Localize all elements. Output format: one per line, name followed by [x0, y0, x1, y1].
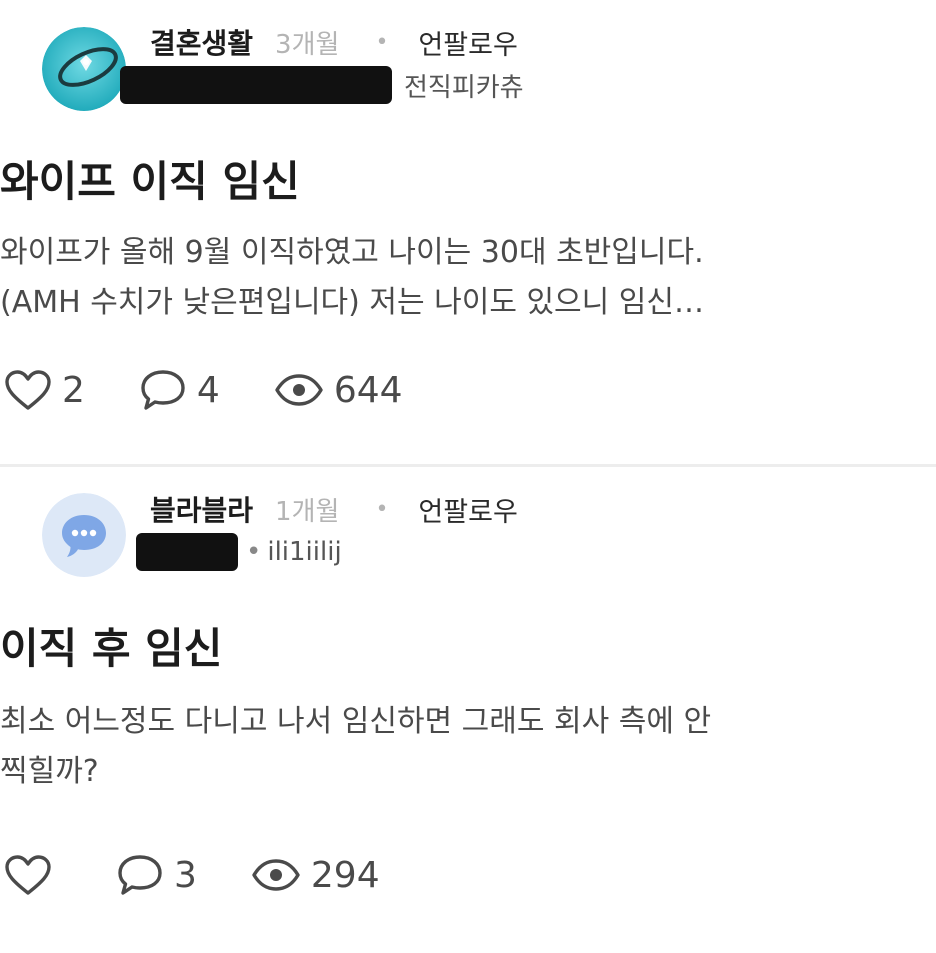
post-time: 1개월 [275, 496, 340, 527]
comment-count: 4 [196, 369, 220, 411]
unfollow-button[interactable]: 언팔로우 [418, 23, 517, 62]
excerpt-line: 와이프가 올해 9월 이직하였고 나이는 30대 초반입니다. [0, 235, 704, 270]
redacted-nickname [136, 533, 238, 571]
post-header: 결혼생활 3개월 • 언팔로우 전직피카츄 [42, 0, 890, 122]
meta-line: 결혼생활 3개월 • 언팔로우 [150, 22, 518, 62]
excerpt-line: 찍힐까? [0, 754, 99, 789]
like-button[interactable]: 2 [4, 369, 85, 411]
excerpt-line: (AMH 수치가 낮은편입니다) 저는 나이도 있으니 임신… [0, 285, 704, 320]
chat-bubble-icon [42, 493, 126, 577]
channel-name[interactable]: 결혼생활 [150, 22, 253, 62]
heart-icon [5, 370, 51, 410]
post-title[interactable]: 와이프 이직 임신 [0, 148, 300, 209]
author-company: ili1iilij [267, 537, 342, 567]
redacted-nickname [120, 66, 392, 104]
ring-icon [42, 27, 126, 111]
post-actions: 3 294 [4, 853, 434, 897]
author-line: 전직피카츄 [120, 66, 524, 104]
view-count-item: 644 [274, 370, 403, 411]
meta-line: 블라블라 1개월 • 언팔로우 [150, 489, 518, 529]
post-time: 3개월 [275, 29, 340, 60]
excerpt-line: 최소 어느정도 다니고 나서 임신하면 그래도 회사 측에 안 [0, 704, 712, 739]
comment-button[interactable]: 3 [116, 853, 197, 897]
post-excerpt[interactable]: 최소 어느정도 다니고 나서 임신하면 그래도 회사 측에 안 찍힐까? [0, 697, 860, 797]
eye-icon [252, 859, 300, 891]
view-count: 644 [333, 369, 403, 411]
like-count: 2 [62, 369, 85, 411]
post-title[interactable]: 이직 후 임신 [0, 615, 222, 676]
post-card[interactable]: 결혼생활 3개월 • 언팔로우 전직피카츄 와이프 이직 임신 와이프가 올해 … [0, 0, 936, 464]
comment-icon [118, 855, 162, 895]
author-line: • ili1iilij [136, 533, 342, 571]
unfollow-button[interactable]: 언팔로우 [418, 490, 517, 529]
channel-avatar[interactable] [42, 493, 126, 577]
post-header: 블라블라 1개월 • 언팔로우 • ili1iilij [42, 467, 890, 589]
channel-name[interactable]: 블라블라 [150, 489, 253, 529]
view-count: 294 [310, 854, 380, 896]
separator-dot: • [375, 29, 389, 55]
eye-icon [275, 374, 323, 406]
post-actions: 2 4 644 [4, 368, 457, 412]
view-count-item: 294 [251, 855, 380, 896]
channel-avatar[interactable] [42, 27, 126, 111]
comment-button[interactable]: 4 [139, 368, 220, 412]
comment-count: 3 [174, 854, 197, 896]
separator-dot: • [246, 537, 262, 567]
author-company: 전직피카츄 [404, 72, 524, 103]
separator-dot: • [375, 496, 389, 522]
heart-icon [5, 855, 51, 895]
comment-icon [141, 370, 185, 410]
post-excerpt[interactable]: 와이프가 올해 9월 이직하였고 나이는 30대 초반입니다. (AMH 수치가… [0, 228, 860, 328]
like-button[interactable] [4, 854, 62, 896]
post-card[interactable]: 블라블라 1개월 • 언팔로우 • ili1iilij 이직 후 임신 최소 어… [0, 464, 936, 953]
